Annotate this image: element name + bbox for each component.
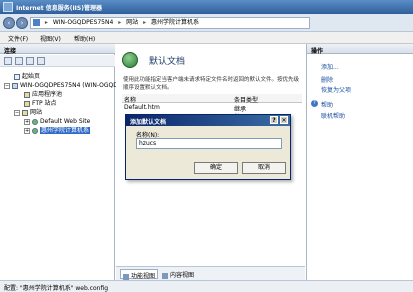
page-title: 默认文档	[149, 57, 186, 67]
collapse-icon[interactable]: −	[4, 82, 10, 89]
action-remove[interactable]: 删除	[321, 75, 333, 84]
status-bar: 配置: "惠州学院计算机系" web.config	[0, 280, 413, 292]
help-icon: ?	[311, 100, 318, 107]
back-arrow-icon[interactable]: ‹	[3, 17, 15, 29]
expand-icon[interactable]: +	[24, 127, 30, 134]
breadcrumb[interactable]: ▸ WIN-OGQDPES75N4 ▸ 网站 ▸ 惠州学院计算机系	[30, 17, 310, 29]
app-pool-icon	[24, 91, 30, 98]
features-view-icon	[123, 273, 129, 280]
breadcrumb-separator: ▸	[143, 19, 147, 26]
tree-item-hzu-cs-site[interactable]: + 惠州学院计算机系	[24, 126, 91, 135]
actions-pane: 操作 添加... 删除 恢复为父项 ? 帮助 联机帮助	[306, 44, 413, 280]
window-titlebar: Internet 信息服务(IIS)管理器	[0, 0, 413, 14]
action-help[interactable]: 帮助	[321, 100, 333, 109]
menu-view[interactable]: 视图(V)	[40, 34, 61, 43]
dialog-titlebar: 添加默认文档 ? ✕	[126, 115, 290, 126]
tree-item-server[interactable]: − WIN-OGQDPES75N4 (WIN-OGQDP	[4, 81, 122, 90]
connections-header-label: 连接	[4, 48, 17, 55]
add-default-document-dialog: 添加默认文档 ? ✕ 名称(N): 确定 取消	[125, 114, 291, 180]
connections-header: 连接	[0, 44, 115, 55]
action-online-help[interactable]: 联机帮助	[321, 111, 345, 120]
breadcrumb-separator: ▸	[44, 19, 48, 26]
tree-item-default-web-site[interactable]: + Default Web Site	[24, 117, 90, 126]
name-field[interactable]	[136, 138, 282, 149]
actions-header-label: 操作	[311, 48, 324, 55]
view-tabs: 功能视图 内容视图	[116, 266, 305, 280]
documents-table-header: 名称 条目类型	[122, 94, 302, 104]
default-document-icon	[122, 52, 138, 68]
expand-icon[interactable]: +	[24, 118, 30, 125]
home-icon	[14, 73, 20, 80]
breadcrumb-separator: ▸	[118, 19, 122, 26]
globe-icon	[32, 118, 38, 125]
actions-header: 操作	[307, 44, 413, 55]
dialog-help-button[interactable]: ?	[270, 116, 278, 124]
column-name[interactable]: 名称	[124, 95, 136, 104]
connections-pane: 连接 起始页 − WIN-OGQDPES75N4 (WIN-OGQDP 应用程序池…	[0, 44, 122, 280]
disconnect-icon[interactable]	[37, 57, 45, 65]
globe-icon	[32, 127, 38, 134]
tab-features-view[interactable]: 功能视图	[120, 269, 159, 280]
ftp-icon	[24, 100, 30, 107]
up-folder-icon[interactable]	[26, 57, 34, 65]
tree-item-app-pools[interactable]: 应用程序池	[24, 90, 62, 99]
tree-item-sites[interactable]: − 网站	[14, 108, 42, 117]
breadcrumb-server[interactable]: WIN-OGQDPES75N4	[53, 19, 113, 26]
menu-file[interactable]: 文件(F)	[8, 34, 28, 43]
tree-item-start-page[interactable]: 起始页	[14, 72, 40, 81]
action-revert-to-parent[interactable]: 恢复为父项	[321, 85, 351, 94]
collapse-icon[interactable]: −	[14, 109, 20, 116]
breadcrumb-site[interactable]: 惠州学院计算机系	[151, 19, 199, 26]
server-icon	[12, 82, 18, 89]
connections-toolbar	[0, 55, 115, 67]
save-icon[interactable]	[15, 57, 23, 65]
row-name: Default.htm	[124, 104, 160, 111]
dialog-title: 添加默认文档	[130, 119, 167, 126]
status-text: 配置: "惠州学院计算机系" web.config	[4, 285, 109, 292]
iis-app-icon	[3, 2, 13, 12]
dialog-close-button[interactable]: ✕	[280, 116, 288, 124]
menu-bar: 文件(F) 视图(V) 帮助(H)	[0, 32, 413, 44]
column-entry-type[interactable]: 条目类型	[234, 95, 258, 104]
action-add[interactable]: 添加...	[321, 62, 339, 71]
connect-icon[interactable]	[4, 57, 12, 65]
breadcrumb-server-icon	[33, 19, 40, 26]
forward-arrow-icon[interactable]: ›	[16, 17, 28, 29]
ok-button[interactable]: 确定	[194, 162, 238, 174]
cancel-button[interactable]: 取消	[242, 162, 286, 174]
tree-item-ftp-sites[interactable]: FTP 站点	[24, 99, 57, 108]
tab-content-view[interactable]: 内容视图	[160, 269, 196, 279]
feature-description: 使用此功能指定当客户端未请求特定文件名时返回的默认文件。按优先级顺序设置默认文档…	[123, 77, 300, 91]
table-row[interactable]: Default.htm 继承	[122, 104, 302, 113]
address-bar: ‹ › ▸ WIN-OGQDPES75N4 ▸ 网站 ▸ 惠州学院计算机系	[0, 14, 413, 32]
sites-folder-icon	[22, 109, 28, 116]
content-view-icon	[162, 272, 168, 279]
menu-help[interactable]: 帮助(H)	[74, 34, 95, 43]
window-title: Internet 信息服务(IIS)管理器	[16, 5, 102, 12]
breadcrumb-sites[interactable]: 网站	[126, 19, 138, 26]
